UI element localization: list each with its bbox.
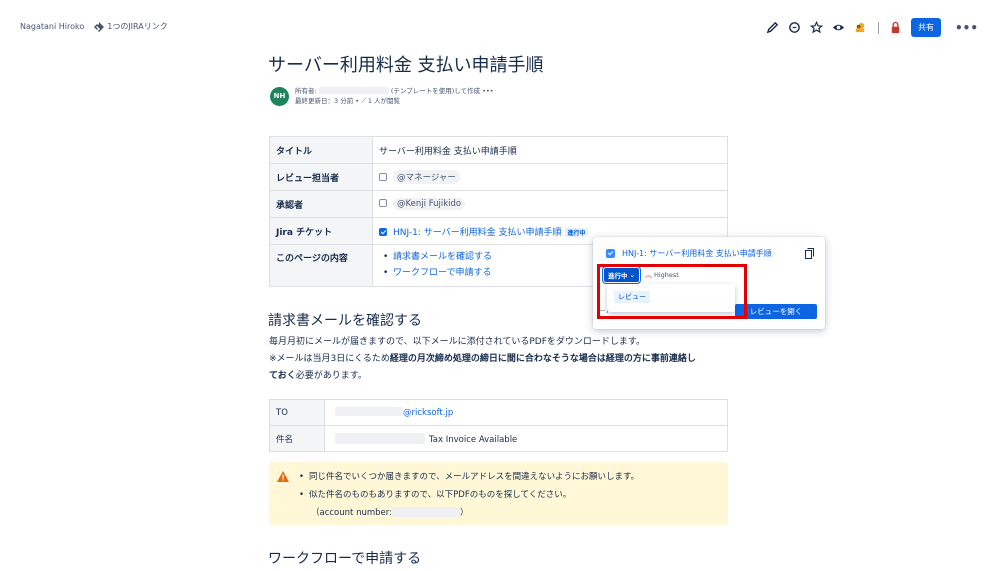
byline: NH 所有者: (テンプレートを使用)して作成 ••• 最終更新日：3 分前 •… <box>270 86 494 106</box>
section-heading: ワークフローで申請する <box>268 551 422 567</box>
row-label: レビュー担当者 <box>269 163 373 191</box>
mail-info-table: TO @ricksoft.jp 件名 Tax Invoice Available <box>269 399 728 452</box>
paragraph-line: ておく必要があります。 <box>269 368 731 385</box>
paragraph-line: 毎月月初にメールが届きますので、以下メールに添付されているPDFをダウンロードし… <box>269 337 646 347</box>
popup-title[interactable]: HNJ-1: サーバー利用料金 支払い申請手順 <box>606 248 772 259</box>
edit-icon[interactable] <box>766 21 780 35</box>
restrictions-lock-icon[interactable] <box>889 21 903 35</box>
task-checkbox[interactable] <box>379 199 387 207</box>
redacted-owner <box>318 87 389 94</box>
page-title: サーバー利用料金 支払い申請手順 <box>268 55 544 76</box>
breadcrumb: Nagatani Hiroko 1つのJIRAリンク <box>20 21 168 32</box>
share-button[interactable]: 共有 <box>910 18 941 37</box>
highlight-box <box>597 264 747 319</box>
bold-text: 経理の月次締め処理の締日に間に合わなそうな場合は経理の方に事前連絡し <box>389 354 696 364</box>
page-actions: 共有 ••• <box>766 18 978 37</box>
updated-text: 最終更新日：3 分前 • <box>295 97 360 105</box>
redacted-subject <box>335 432 425 444</box>
jira-issue-link[interactable]: HNJ-1: サーバー利用料金 支払い申請手順 <box>393 228 561 238</box>
app-icon[interactable] <box>854 21 868 35</box>
jira-links[interactable]: 1つのJIRAリンク <box>94 21 168 32</box>
jira-links-label: 1つのJIRAリンク <box>107 22 168 31</box>
redacted-account <box>391 507 460 517</box>
approver-mention[interactable]: @Kenji Fujikido <box>393 198 466 210</box>
section-heading: 請求書メールを確認する <box>268 313 422 329</box>
row-label: このページの内容 <box>269 244 373 287</box>
open-review-button[interactable]: レビューを開く <box>735 304 817 319</box>
table-row: レビュー担当者 @マネージャー <box>269 163 728 191</box>
jira-issue-icon <box>379 227 387 236</box>
section-paragraph: 毎月月初にメールが届きますので、以下メールに添付されているPDFをダウンロードし… <box>269 334 731 385</box>
row-value: @マネージャー <box>372 163 728 191</box>
byline-text: 所有者: (テンプレートを使用)して作成 ••• 最終更新日：3 分前 • ⟋ … <box>295 86 494 106</box>
text-segment: ※メールは当月3日にくるため <box>269 354 390 364</box>
list-item: 似た件名のものもありますので、以下PDFのものを探してください。 <box>299 486 639 504</box>
watch-eye-icon[interactable] <box>832 21 846 35</box>
top-bar: Nagatani Hiroko 1つのJIRAリンク 共有 ••• <box>0 0 1000 56</box>
text-segment: （account number: <box>311 508 392 518</box>
row-value: @Kenji Fujikido <box>372 190 728 218</box>
owner-label: 所有者: <box>295 87 317 95</box>
row-label: 件名 <box>269 425 325 452</box>
row-value: サーバー利用料金 支払い申請手順 <box>372 136 728 164</box>
more-actions-icon[interactable]: ••• <box>955 21 978 35</box>
avatar[interactable]: NH <box>270 86 289 106</box>
row-label: TO <box>269 399 325 426</box>
warning-icon <box>277 471 289 482</box>
row-value: @ricksoft.jp <box>324 399 728 426</box>
status-badge: 進行中 <box>565 227 588 237</box>
warning-list: 同じ件名でいくつか届きますので、メールアドレスを間違えないようにお願いします。 … <box>299 468 639 522</box>
table-row: TO @ricksoft.jp <box>269 399 728 426</box>
star-icon[interactable] <box>810 21 824 35</box>
byline-more-icon[interactable]: ••• <box>482 87 494 95</box>
text-segment: 必要があります。 <box>295 371 367 381</box>
row-label: Jira チケット <box>269 217 373 245</box>
issue-type-icon <box>606 249 615 258</box>
reviewer-mention[interactable]: @マネージャー <box>393 170 460 184</box>
text-segment: ） <box>459 508 469 518</box>
author-link[interactable]: Nagatani Hiroko <box>20 22 84 31</box>
views-text[interactable]: 1 人が閲覧 <box>368 97 400 105</box>
paragraph-line: ※メールは当月3日にくるため経理の月次締め処理の締日に間に合わなそうな場合は経理… <box>269 351 731 368</box>
redacted-email <box>335 407 403 416</box>
jira-icon <box>94 21 105 32</box>
toolbar-divider <box>877 21 879 34</box>
list-item: 同じ件名でいくつか届きますので、メールアドレスを間違えないようにお願いします。 <box>299 468 639 486</box>
analytics-icon[interactable]: ⟋ <box>361 97 366 105</box>
copy-icon[interactable] <box>805 248 814 259</box>
row-value: Tax Invoice Available <box>324 425 728 452</box>
row-label: タイトル <box>269 136 373 164</box>
popup-issue-link[interactable]: HNJ-1: サーバー利用料金 支払い申請手順 <box>622 248 772 259</box>
created-text: (テンプレートを使用)して作成 <box>390 87 481 95</box>
comment-icon[interactable] <box>788 21 802 35</box>
row-label: 承認者 <box>269 190 373 218</box>
task-checkbox[interactable] <box>379 173 387 181</box>
email-link[interactable]: @ricksoft.jp <box>403 408 453 418</box>
warning-panel: 同じ件名でいくつか届きますので、メールアドレスを間違えないようにお願いします。 … <box>269 462 728 525</box>
subject-text: Tax Invoice Available <box>429 434 518 445</box>
account-number-line: （account number: ） <box>299 504 639 522</box>
table-row: 承認者 @Kenji Fujikido <box>269 190 728 218</box>
table-row: 件名 Tax Invoice Available <box>269 425 728 452</box>
table-row: タイトル サーバー利用料金 支払い申請手順 <box>269 136 728 164</box>
bold-text: ておく <box>269 371 296 381</box>
